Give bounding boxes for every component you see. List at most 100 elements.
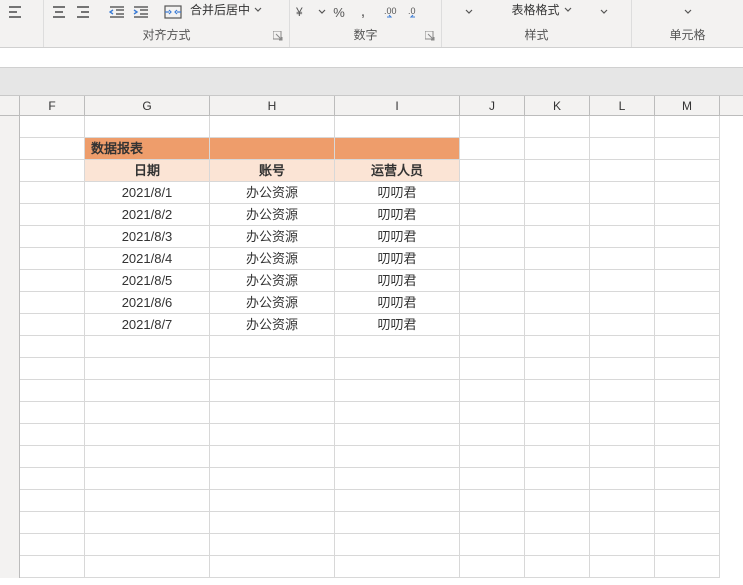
cell[interactable] (335, 446, 460, 468)
cell[interactable] (655, 292, 720, 314)
table-cell[interactable]: 叨叨君 (335, 314, 460, 336)
cell[interactable] (335, 380, 460, 402)
column-header[interactable]: J (460, 96, 525, 115)
row-header[interactable] (0, 534, 20, 556)
cell[interactable] (460, 336, 525, 358)
cell[interactable] (85, 336, 210, 358)
table-cell[interactable]: 2021/8/2 (85, 204, 210, 226)
cell[interactable] (20, 182, 85, 204)
merge-center-dropdown[interactable]: 合并后居中 (186, 1, 266, 18)
table-cell[interactable]: 办公资源 (210, 226, 335, 248)
cell[interactable] (20, 424, 85, 446)
cell[interactable] (335, 534, 460, 556)
align-right-button[interactable] (72, 1, 94, 23)
cell[interactable] (460, 424, 525, 446)
cell[interactable] (460, 380, 525, 402)
decrease-indent-button[interactable] (106, 1, 128, 23)
table-cell[interactable]: 叨叨君 (335, 204, 460, 226)
cell[interactable] (590, 226, 655, 248)
cell[interactable] (525, 182, 590, 204)
cell[interactable] (525, 534, 590, 556)
cell[interactable] (85, 534, 210, 556)
cell[interactable] (590, 292, 655, 314)
table-header[interactable]: 账号 (210, 160, 335, 182)
cell[interactable] (655, 556, 720, 578)
table-cell[interactable]: 叨叨君 (335, 292, 460, 314)
cell[interactable] (460, 160, 525, 182)
cell[interactable] (210, 490, 335, 512)
table-title-merge[interactable] (210, 138, 335, 160)
cell[interactable] (20, 336, 85, 358)
cell[interactable] (590, 402, 655, 424)
row-header[interactable] (0, 292, 20, 314)
cell[interactable] (20, 402, 85, 424)
cell[interactable] (525, 292, 590, 314)
cell[interactable] (460, 116, 525, 138)
row-header[interactable] (0, 336, 20, 358)
cell[interactable] (85, 556, 210, 578)
column-header[interactable]: I (335, 96, 460, 115)
table-header[interactable]: 运营人员 (335, 160, 460, 182)
table-title-merge[interactable] (335, 138, 460, 160)
row-header[interactable] (0, 204, 20, 226)
cell[interactable] (525, 358, 590, 380)
cell[interactable] (655, 248, 720, 270)
cell[interactable] (525, 138, 590, 160)
cell[interactable] (655, 204, 720, 226)
cell[interactable] (590, 534, 655, 556)
cell[interactable] (335, 490, 460, 512)
row-header[interactable] (0, 226, 20, 248)
cell[interactable] (20, 358, 85, 380)
cell[interactable] (20, 380, 85, 402)
cell[interactable] (525, 490, 590, 512)
cell[interactable] (85, 424, 210, 446)
cell[interactable] (460, 226, 525, 248)
cell[interactable] (20, 160, 85, 182)
cell[interactable] (210, 380, 335, 402)
cell[interactable] (460, 402, 525, 424)
cell[interactable] (210, 424, 335, 446)
cell[interactable] (525, 270, 590, 292)
table-cell[interactable]: 办公资源 (210, 314, 335, 336)
cell[interactable] (590, 556, 655, 578)
cell[interactable] (655, 380, 720, 402)
cell[interactable] (210, 468, 335, 490)
number-dialog-launcher[interactable] (425, 31, 437, 43)
cell[interactable] (85, 380, 210, 402)
cell[interactable] (210, 116, 335, 138)
cell[interactable] (590, 138, 655, 160)
cell[interactable] (590, 468, 655, 490)
cell[interactable] (525, 468, 590, 490)
increase-decimal-button[interactable]: .00 (382, 1, 404, 23)
cell[interactable] (525, 446, 590, 468)
cell[interactable] (210, 512, 335, 534)
row-header[interactable] (0, 512, 20, 534)
cell[interactable] (590, 424, 655, 446)
cell[interactable] (20, 248, 85, 270)
comma-format-button[interactable]: , (352, 1, 374, 23)
row-header[interactable] (0, 248, 20, 270)
table-format-dropdown[interactable]: 表格格式 (507, 1, 575, 18)
cell[interactable] (85, 446, 210, 468)
cell[interactable] (85, 490, 210, 512)
table-cell[interactable]: 办公资源 (210, 248, 335, 270)
cell[interactable] (525, 402, 590, 424)
cell[interactable] (460, 534, 525, 556)
cell[interactable] (525, 424, 590, 446)
cell[interactable] (655, 270, 720, 292)
row-header[interactable] (0, 402, 20, 424)
cell[interactable] (590, 270, 655, 292)
table-cell[interactable]: 2021/8/6 (85, 292, 210, 314)
accounting-format-button[interactable]: ¥ (294, 1, 316, 23)
align-center-button[interactable] (48, 1, 70, 23)
decrease-decimal-button[interactable]: .0 (406, 1, 428, 23)
table-cell[interactable]: 办公资源 (210, 292, 335, 314)
row-header[interactable] (0, 446, 20, 468)
cell[interactable] (85, 402, 210, 424)
column-header[interactable]: F (20, 96, 85, 115)
cell[interactable] (20, 314, 85, 336)
cell[interactable] (655, 138, 720, 160)
cell[interactable] (655, 226, 720, 248)
cell[interactable] (335, 402, 460, 424)
cell[interactable] (335, 512, 460, 534)
